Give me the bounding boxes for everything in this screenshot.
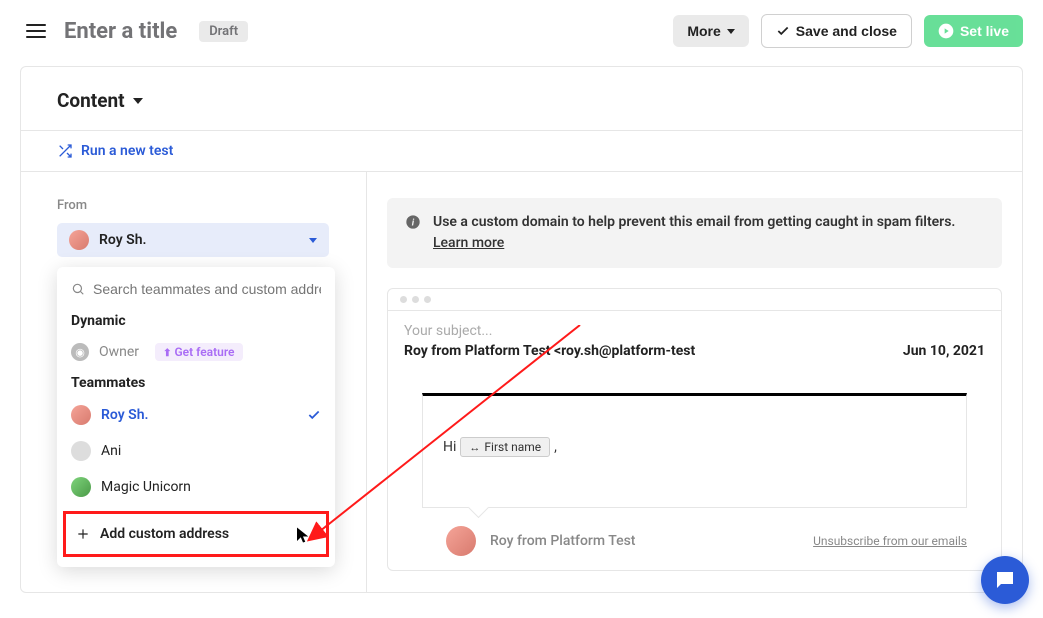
unsubscribe-link[interactable]: Unsubscribe from our emails	[813, 533, 967, 550]
merge-tag[interactable]: ↔ First name	[460, 437, 550, 457]
email-preview: Your subject... Roy from Platform Test <…	[387, 288, 1002, 571]
teammate-item[interactable]: Ani	[57, 433, 335, 469]
help-fab[interactable]	[981, 556, 1029, 604]
play-icon	[938, 23, 954, 39]
email-date: Jun 10, 2021	[903, 343, 985, 359]
plus-icon	[76, 527, 90, 541]
shuffle-icon	[57, 143, 73, 159]
subject-placeholder[interactable]: Your subject...	[404, 323, 985, 339]
chevron-down-icon	[133, 98, 143, 104]
avatar	[446, 526, 476, 556]
avatar	[71, 405, 91, 425]
teammates-header: Teammates	[57, 369, 335, 397]
learn-more-link[interactable]: Learn more	[433, 235, 504, 251]
teammate-item[interactable]: Magic Unicorn	[57, 469, 335, 505]
email-signer: Roy from Platform Test	[490, 533, 799, 549]
search-icon	[71, 282, 85, 296]
get-feature-badge[interactable]: ⬆ Get feature	[155, 343, 242, 361]
owner-item[interactable]: ◉ Owner ⬆ Get feature	[57, 335, 335, 369]
search-input[interactable]	[93, 281, 321, 297]
chevron-down-icon	[727, 29, 735, 34]
spam-notice: i Use a custom domain to help prevent th…	[387, 198, 1002, 268]
cursor-arrow-icon	[294, 526, 312, 544]
avatar	[69, 230, 89, 250]
code-icon: ↔	[469, 441, 480, 454]
content-section-header[interactable]: Content	[21, 67, 1022, 130]
save-button[interactable]: Save and close	[761, 14, 912, 48]
check-icon	[776, 24, 790, 38]
run-test-link[interactable]: Run a new test	[21, 130, 1022, 172]
set-live-button[interactable]: Set live	[924, 15, 1023, 47]
info-icon: i	[405, 214, 421, 230]
globe-icon: ◉	[71, 343, 89, 361]
teammate-item[interactable]: Roy Sh.	[57, 397, 335, 433]
more-button[interactable]: More	[673, 15, 748, 47]
dynamic-header: Dynamic	[57, 307, 335, 335]
status-badge: Draft	[199, 21, 248, 42]
email-body[interactable]: Hi ↔ First name ,	[422, 393, 967, 508]
window-dots	[388, 289, 1001, 311]
page-title[interactable]: Enter a title	[64, 19, 177, 44]
avatar	[71, 477, 91, 497]
avatar	[71, 441, 91, 461]
from-dropdown: Dynamic ◉ Owner ⬆ Get feature Teammates …	[57, 267, 335, 567]
add-custom-address-button[interactable]: Add custom address	[63, 511, 329, 557]
from-select[interactable]: Roy Sh.	[57, 223, 329, 257]
chat-icon	[993, 568, 1017, 592]
email-sender: Roy from Platform Test <roy.sh@platform-…	[404, 343, 695, 359]
chevron-down-icon	[309, 238, 317, 243]
from-label: From	[57, 198, 330, 213]
hamburger-menu-icon[interactable]	[26, 24, 46, 38]
check-icon	[307, 408, 321, 422]
